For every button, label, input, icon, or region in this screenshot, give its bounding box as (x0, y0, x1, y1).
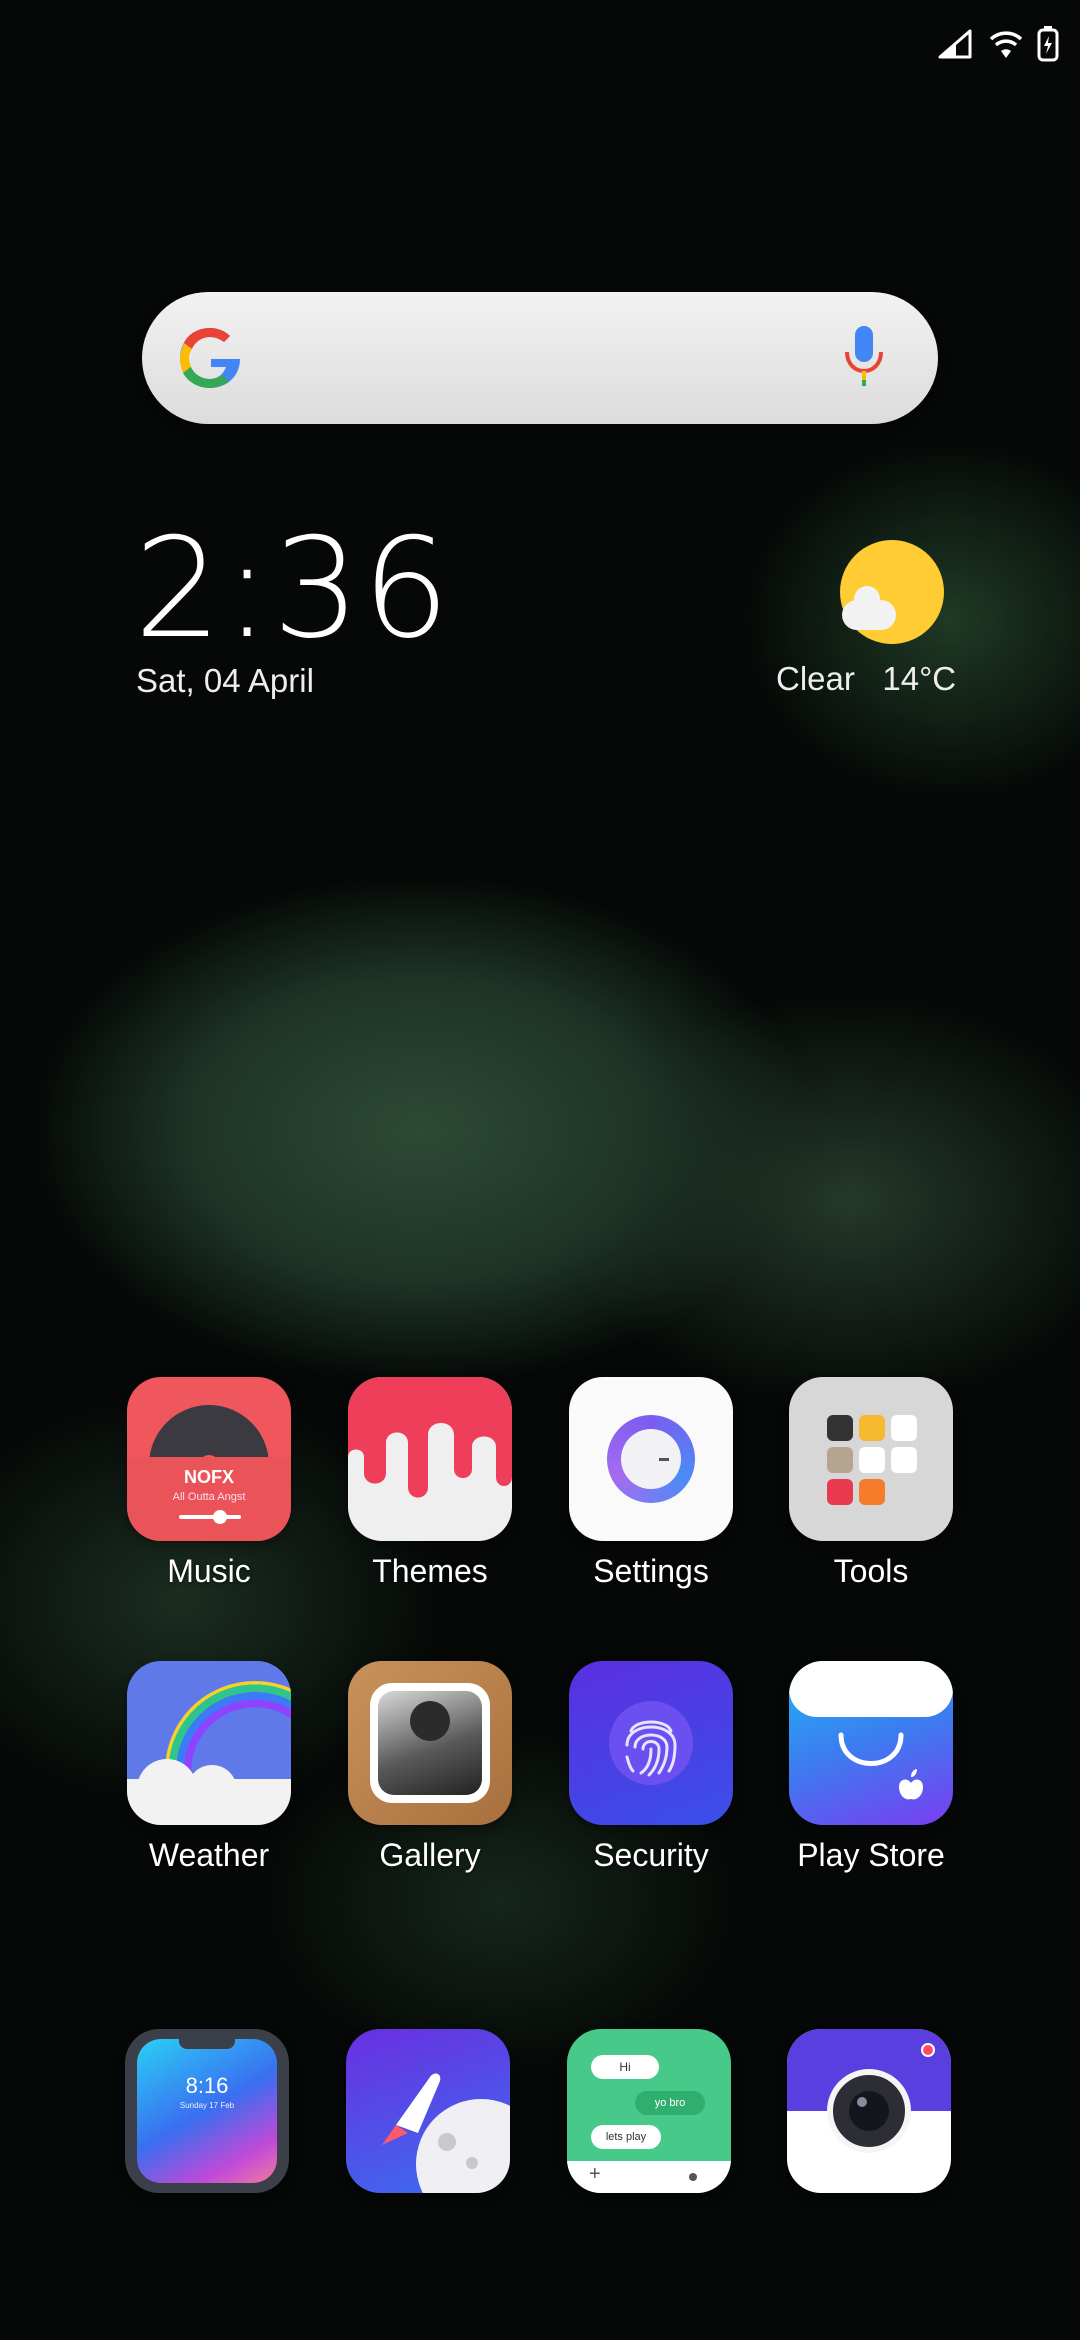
message-bubble: Hi (591, 2055, 659, 2079)
phone-clock-icon: 8:16 Sunday 17 Feb (125, 2029, 289, 2193)
clock-date[interactable]: Sat, 04 April (136, 662, 314, 700)
wifi-icon (988, 27, 1024, 61)
app-settings[interactable]: Settings (569, 1377, 733, 1590)
themes-icon (348, 1377, 512, 1541)
app-label: Security (593, 1837, 709, 1873)
message-bubble: yo bro (635, 2091, 705, 2115)
app-gallery[interactable]: Gallery (348, 1661, 512, 1874)
dock-phone-date: Sunday 17 Feb (179, 2101, 235, 2110)
weather-condition: Clear (776, 660, 855, 697)
dock-app-camera[interactable] (787, 2029, 951, 2193)
app-label: Play Store (797, 1837, 945, 1873)
app-label: Settings (593, 1553, 709, 1589)
battery-icon (1036, 26, 1060, 62)
rocket-browser-icon (346, 2029, 510, 2193)
app-label: Tools (833, 1553, 909, 1589)
app-tools-folder[interactable]: Tools (789, 1377, 953, 1590)
google-g-icon (178, 326, 242, 395)
messages-icon: Hi yo bro lets play + (567, 2029, 731, 2193)
app-label: Gallery (379, 1837, 481, 1873)
google-search-bar[interactable] (142, 292, 938, 424)
app-label: Weather (148, 1837, 270, 1873)
gallery-icon (348, 1661, 512, 1825)
message-bubble: lets play (591, 2125, 661, 2149)
music-song: NOFX (183, 1467, 234, 1487)
dot-icon (689, 2173, 697, 2181)
app-play-store[interactable]: Play Store (789, 1661, 953, 1874)
app-label: Music (167, 1553, 251, 1589)
dock-phone-time: 8:16 (185, 2073, 229, 2098)
signal-icon (936, 27, 976, 61)
tools-folder-icon (789, 1377, 953, 1541)
status-bar (936, 26, 1060, 62)
app-themes[interactable]: Themes (348, 1377, 512, 1590)
mic-icon[interactable] (842, 324, 886, 393)
weather-temperature: 14°C (882, 660, 957, 697)
clock-time[interactable]: 2:36 (134, 520, 452, 658)
camera-icon (787, 2029, 951, 2193)
weather-summary[interactable]: Clear 14°C (776, 660, 956, 698)
music-album: All Outta Angst (172, 1491, 246, 1503)
play-store-icon (789, 1661, 953, 1825)
music-icon: NOFX All Outta Angst (127, 1377, 291, 1541)
cloud-icon (842, 586, 896, 630)
app-label: Themes (372, 1553, 488, 1589)
dock-app-messages[interactable]: Hi yo bro lets play + (567, 2029, 731, 2193)
plus-icon: + (589, 2163, 601, 2185)
dock-app-phone[interactable]: 8:16 Sunday 17 Feb (125, 2029, 289, 2193)
app-weather[interactable]: Weather (127, 1661, 291, 1874)
dock-app-browser[interactable] (346, 2029, 510, 2193)
fingerprint-icon (569, 1661, 733, 1825)
app-music[interactable]: NOFX All Outta Angst Music (127, 1377, 291, 1590)
settings-icon (569, 1377, 733, 1541)
app-security[interactable]: Security (569, 1661, 733, 1874)
weather-icon (127, 1661, 291, 1825)
